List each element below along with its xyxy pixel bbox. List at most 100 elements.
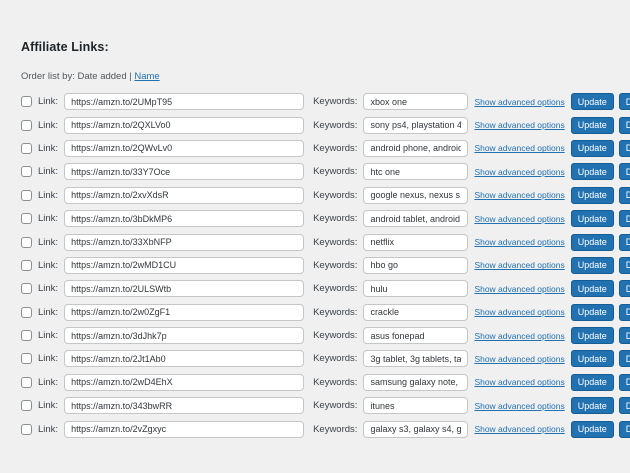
delete-button[interactable]: Delete xyxy=(619,257,630,274)
show-advanced-options-link[interactable]: Show advanced options xyxy=(474,120,564,130)
keywords-input[interactable] xyxy=(363,257,468,274)
row-checkbox[interactable] xyxy=(21,120,32,131)
show-advanced-options-link[interactable]: Show advanced options xyxy=(474,214,564,224)
show-advanced-options-link[interactable]: Show advanced options xyxy=(474,190,564,200)
row-checkbox[interactable] xyxy=(21,96,32,107)
update-button[interactable]: Update xyxy=(571,117,614,134)
show-advanced-options-link[interactable]: Show advanced options xyxy=(474,377,564,387)
update-button[interactable]: Update xyxy=(571,397,614,414)
link-url-input[interactable] xyxy=(64,327,304,344)
keywords-label: Keywords: xyxy=(313,377,357,388)
keywords-label: Keywords: xyxy=(313,424,357,435)
keywords-label: Keywords: xyxy=(313,143,357,154)
show-advanced-options-link[interactable]: Show advanced options xyxy=(474,401,564,411)
keywords-input[interactable] xyxy=(363,304,468,321)
delete-button[interactable]: Delete xyxy=(619,374,630,391)
delete-button[interactable]: Delete xyxy=(619,327,630,344)
keywords-input[interactable] xyxy=(363,117,468,134)
link-url-input[interactable] xyxy=(64,397,304,414)
update-button[interactable]: Update xyxy=(571,187,614,204)
update-button[interactable]: Update xyxy=(571,280,614,297)
delete-button[interactable]: Delete xyxy=(619,117,630,134)
update-button[interactable]: Update xyxy=(571,327,614,344)
update-button[interactable]: Update xyxy=(571,350,614,367)
link-url-input[interactable] xyxy=(64,140,304,157)
row-checkbox[interactable] xyxy=(21,237,32,248)
link-url-input[interactable] xyxy=(64,374,304,391)
show-advanced-options-link[interactable]: Show advanced options xyxy=(474,307,564,317)
row-checkbox[interactable] xyxy=(21,424,32,435)
link-url-input[interactable] xyxy=(64,234,304,251)
keywords-input[interactable] xyxy=(363,327,468,344)
keywords-input[interactable] xyxy=(363,187,468,204)
affiliate-link-row: Link: Keywords: Show advanced options Up… xyxy=(21,347,630,370)
link-url-input[interactable] xyxy=(64,421,304,438)
row-checkbox[interactable] xyxy=(21,330,32,341)
link-url-input[interactable] xyxy=(64,187,304,204)
row-checkbox[interactable] xyxy=(21,143,32,154)
show-advanced-options-link[interactable]: Show advanced options xyxy=(474,143,564,153)
keywords-input[interactable] xyxy=(363,374,468,391)
affiliate-link-row: Link: Keywords: Show advanced options Up… xyxy=(21,277,630,300)
link-url-input[interactable] xyxy=(64,350,304,367)
link-url-input[interactable] xyxy=(64,304,304,321)
keywords-input[interactable] xyxy=(363,397,468,414)
row-checkbox[interactable] xyxy=(21,260,32,271)
delete-button[interactable]: Delete xyxy=(619,350,630,367)
delete-button[interactable]: Delete xyxy=(619,397,630,414)
keywords-input[interactable] xyxy=(363,140,468,157)
row-checkbox[interactable] xyxy=(21,213,32,224)
update-button[interactable]: Update xyxy=(571,304,614,321)
keywords-input[interactable] xyxy=(363,350,468,367)
delete-button[interactable]: Delete xyxy=(619,163,630,180)
show-advanced-options-link[interactable]: Show advanced options xyxy=(474,354,564,364)
link-url-input[interactable] xyxy=(64,117,304,134)
keywords-input[interactable] xyxy=(363,280,468,297)
update-button[interactable]: Update xyxy=(571,163,614,180)
update-button[interactable]: Update xyxy=(571,374,614,391)
update-button[interactable]: Update xyxy=(571,210,614,227)
update-button[interactable]: Update xyxy=(571,93,614,110)
row-checkbox[interactable] xyxy=(21,400,32,411)
delete-button[interactable]: Delete xyxy=(619,140,630,157)
show-advanced-options-link[interactable]: Show advanced options xyxy=(474,97,564,107)
keywords-input[interactable] xyxy=(363,210,468,227)
delete-button[interactable]: Delete xyxy=(619,280,630,297)
row-checkbox[interactable] xyxy=(21,377,32,388)
keywords-input[interactable] xyxy=(363,163,468,180)
order-by-name-link[interactable]: Name xyxy=(134,71,159,82)
show-advanced-options-link[interactable]: Show advanced options xyxy=(474,424,564,434)
delete-button[interactable]: Delete xyxy=(619,234,630,251)
update-button[interactable]: Update xyxy=(571,421,614,438)
row-checkbox[interactable] xyxy=(21,283,32,294)
keywords-input[interactable] xyxy=(363,421,468,438)
link-url-input[interactable] xyxy=(64,163,304,180)
show-advanced-options-link[interactable]: Show advanced options xyxy=(474,260,564,270)
row-checkbox[interactable] xyxy=(21,353,32,364)
update-button[interactable]: Update xyxy=(571,257,614,274)
row-checkbox[interactable] xyxy=(21,166,32,177)
keywords-label: Keywords: xyxy=(313,237,357,248)
delete-button[interactable]: Delete xyxy=(619,210,630,227)
keywords-input[interactable] xyxy=(363,234,468,251)
link-url-input[interactable] xyxy=(64,93,304,110)
row-checkbox[interactable] xyxy=(21,190,32,201)
update-button[interactable]: Update xyxy=(571,140,614,157)
keywords-label: Keywords: xyxy=(313,190,357,201)
delete-button[interactable]: Delete xyxy=(619,93,630,110)
link-url-input[interactable] xyxy=(64,280,304,297)
keywords-label: Keywords: xyxy=(313,353,357,364)
delete-button[interactable]: Delete xyxy=(619,421,630,438)
update-button[interactable]: Update xyxy=(571,234,614,251)
delete-button[interactable]: Delete xyxy=(619,187,630,204)
affiliate-links-page: Affiliate Links: Order list by: Date add… xyxy=(0,0,630,441)
link-url-input[interactable] xyxy=(64,210,304,227)
link-url-input[interactable] xyxy=(64,257,304,274)
show-advanced-options-link[interactable]: Show advanced options xyxy=(474,167,564,177)
show-advanced-options-link[interactable]: Show advanced options xyxy=(474,331,564,341)
keywords-input[interactable] xyxy=(363,93,468,110)
delete-button[interactable]: Delete xyxy=(619,304,630,321)
show-advanced-options-link[interactable]: Show advanced options xyxy=(474,237,564,247)
row-checkbox[interactable] xyxy=(21,307,32,318)
show-advanced-options-link[interactable]: Show advanced options xyxy=(474,284,564,294)
